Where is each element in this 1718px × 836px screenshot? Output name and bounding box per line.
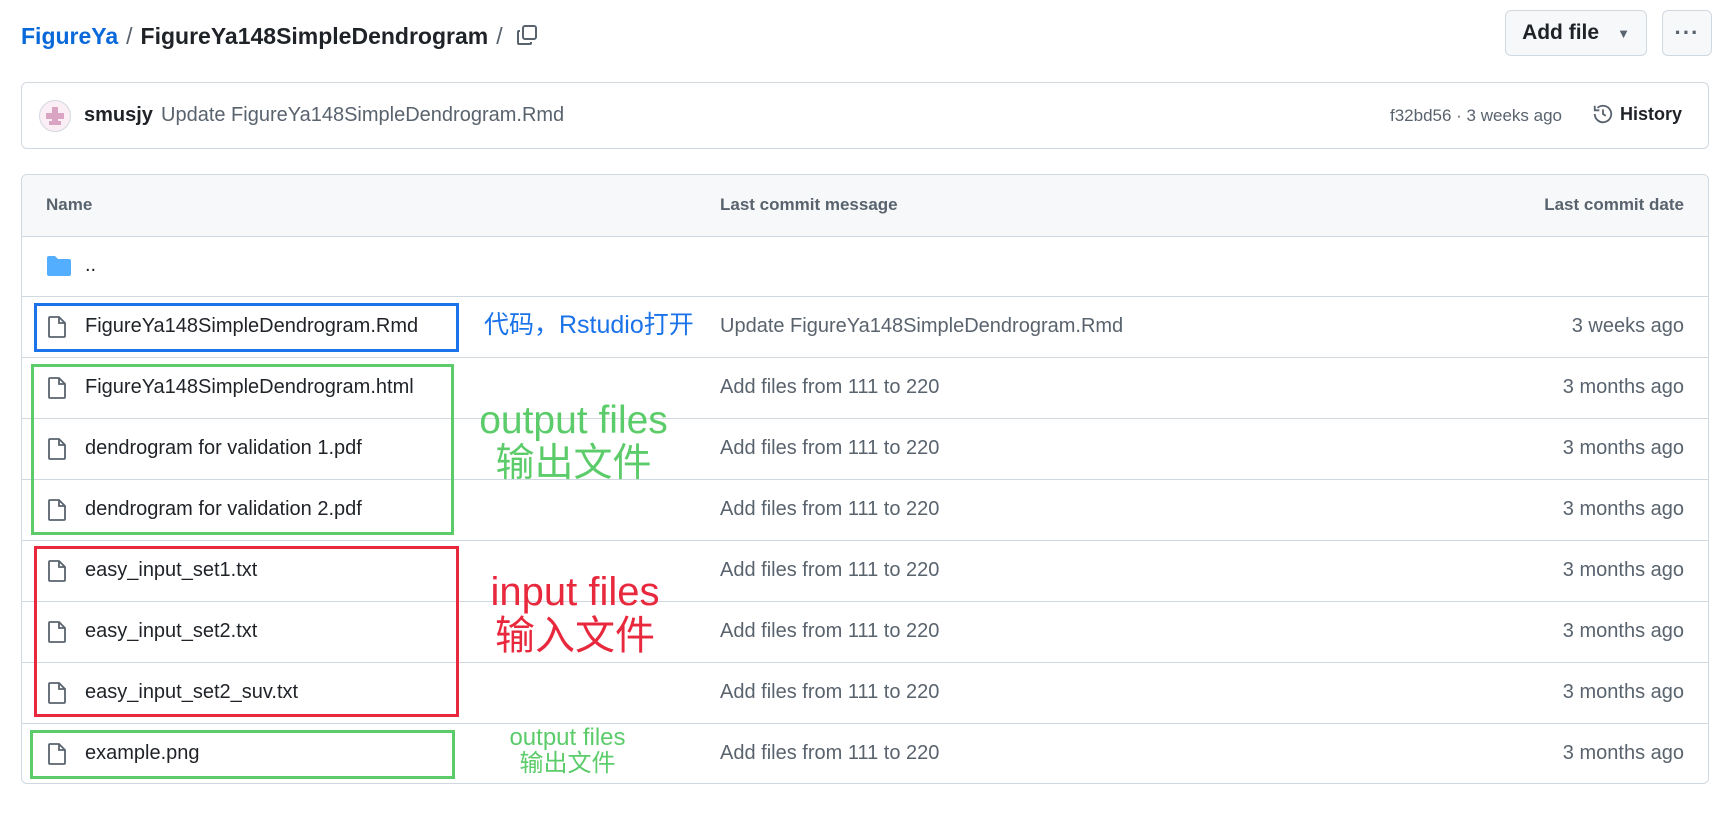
parent-directory-row[interactable]: ..: [22, 236, 1708, 297]
add-file-button[interactable]: Add file ▼: [1505, 10, 1647, 56]
column-header-message: Last commit message: [720, 195, 898, 214]
annotation-input-zh: 输入文件: [495, 614, 655, 658]
table-header: Name Last commit message Last commit dat…: [22, 175, 1708, 237]
commit-date: 3 months ago: [1562, 498, 1684, 520]
commit-message-link[interactable]: Add files from 111 to 220: [720, 620, 939, 643]
folder-icon: [46, 254, 72, 283]
commit-message-link[interactable]: Update FigureYa148SimpleDendrogram.Rmd: [720, 315, 1123, 338]
commit-author[interactable]: smusjy: [84, 104, 153, 127]
annotation-box-output: [31, 364, 454, 535]
commit-date: 3 months ago: [1562, 620, 1684, 642]
commit-date: 3 months ago: [1562, 376, 1684, 398]
copy-icon: [517, 25, 537, 45]
column-header-date: Last commit date: [1544, 195, 1684, 214]
breadcrumb-separator: /: [496, 22, 503, 49]
triangle-down-icon: ▼: [1617, 25, 1630, 41]
annotation-input-en: input files: [490, 570, 660, 614]
column-header-name: Name: [46, 195, 93, 214]
breadcrumb-repo-link[interactable]: FigureYa: [21, 23, 118, 50]
latest-commit-bar: smusjy Update FigureYa148SimpleDendrogra…: [21, 82, 1709, 149]
breadcrumb-current-folder: FigureYa148SimpleDendrogram: [140, 22, 489, 49]
annotation-code-label: 代码，Rstudio打开: [484, 311, 694, 339]
commit-date: 3 weeks ago: [1571, 315, 1684, 337]
copy-path-button[interactable]: [512, 20, 542, 50]
annotation-output-2-zh: 输出文件: [519, 750, 616, 778]
annotation-input-label: input files 输入文件: [470, 570, 680, 658]
history-label: History: [1620, 103, 1683, 124]
breadcrumb: FigureYa / FigureYa148SimpleDendrogram /: [21, 18, 511, 54]
history-button[interactable]: History: [1592, 103, 1682, 125]
commit-message-link[interactable]: Add files from 111 to 220: [720, 437, 939, 460]
annotation-output-label: output files 输出文件: [466, 399, 681, 486]
commit-date: 3 months ago: [1562, 742, 1684, 764]
commit-hash-and-time[interactable]: f32bd56 · 3 weeks ago: [1390, 106, 1562, 126]
annotation-box-output-2: [30, 730, 455, 779]
commit-message-link[interactable]: Add files from 111 to 220: [720, 681, 939, 704]
annotation-output-zh: 输出文件: [495, 441, 652, 485]
annotation-output-en: output files: [479, 399, 668, 442]
commit-date: 3 months ago: [1562, 681, 1684, 703]
commit-date: 3 months ago: [1562, 559, 1684, 581]
commit-message[interactable]: Update FigureYa148SimpleDendrogram.Rmd: [161, 104, 564, 127]
commit-message-link[interactable]: Add files from 111 to 220: [720, 498, 939, 521]
add-file-label: Add file: [1522, 21, 1600, 44]
history-icon: [1593, 104, 1613, 124]
breadcrumb-separator: /: [126, 22, 133, 49]
commit-message-link[interactable]: Add files from 111 to 220: [720, 376, 939, 399]
commit-message-link[interactable]: Add files from 111 to 220: [720, 742, 939, 765]
annotation-box-input: [34, 546, 459, 717]
annotation-output-2-en: output files: [509, 724, 626, 751]
avatar[interactable]: [39, 100, 71, 132]
commit-date: 3 months ago: [1562, 437, 1684, 459]
commit-message-link[interactable]: Add files from 111 to 220: [720, 559, 939, 582]
more-options-button[interactable]: ···: [1662, 10, 1712, 56]
annotation-output-2-label: output files 输出文件: [490, 724, 645, 778]
annotation-box-code: [34, 303, 459, 352]
parent-directory-link[interactable]: ..: [85, 254, 96, 277]
